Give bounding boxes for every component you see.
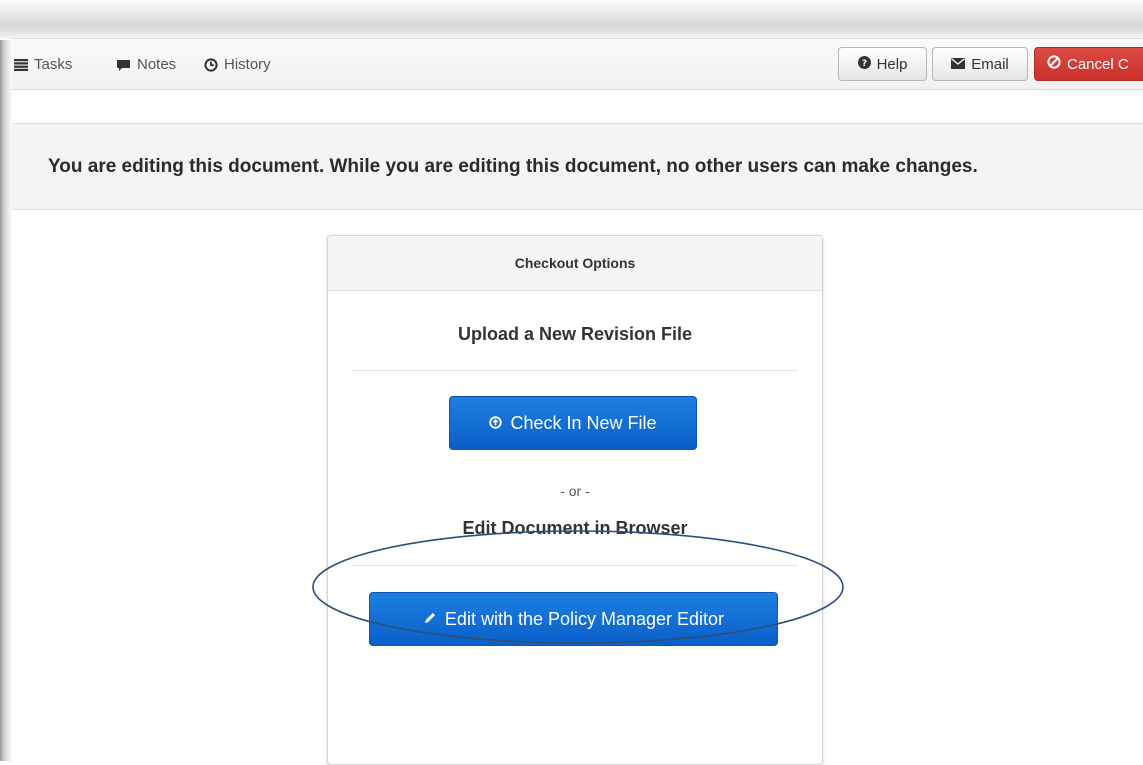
divider [352, 370, 798, 371]
check-in-new-file-button[interactable]: Check In New File [449, 396, 697, 450]
help-button[interactable]: ? Help [838, 47, 927, 81]
cancel-checkout-button[interactable]: Cancel C [1034, 47, 1143, 81]
edit-with-policy-manager-editor-button[interactable]: Edit with the Policy Manager Editor [369, 592, 778, 646]
question-circle-icon: ? [857, 55, 871, 73]
svg-text:?: ? [861, 59, 866, 69]
notes-label: Notes [137, 56, 177, 73]
envelope-icon [951, 56, 966, 73]
upload-circle-icon [489, 413, 503, 434]
or-separator: - or - [560, 483, 590, 499]
notes-link[interactable]: Notes [116, 54, 176, 76]
edit-section-title: Edit Document in Browser [462, 518, 688, 538]
top-edge [0, 0, 1143, 40]
comment-icon [116, 59, 131, 72]
spacer [12, 90, 1143, 124]
clock-icon [204, 58, 218, 72]
panel-heading: Checkout Options [328, 236, 822, 291]
upload-section-title: Upload a New Revision File [457, 324, 693, 344]
history-label: History [224, 56, 271, 73]
divider [352, 565, 798, 566]
email-button[interactable]: Email [932, 47, 1028, 81]
help-label: Help [876, 55, 908, 73]
app-window: Tasks Notes History ? Help Email Cancel … [12, 38, 1143, 765]
document-toolbar: Tasks Notes History ? Help Email Cancel … [12, 38, 1143, 90]
pencil-icon [423, 609, 437, 630]
edit-button-label: Edit with the Policy Manager Editor [444, 608, 725, 629]
editing-notice-text: You are editing this document. While you… [48, 156, 978, 177]
email-label: Email [971, 55, 1009, 73]
tasks-link[interactable]: Tasks [14, 54, 72, 76]
check-in-label: Check In New File [510, 412, 657, 433]
editing-notice: You are editing this document. While you… [12, 124, 1143, 210]
history-link[interactable]: History [204, 54, 271, 76]
tasks-label: Tasks [34, 56, 73, 73]
cancel-label: Cancel C [1067, 55, 1129, 73]
list-icon [14, 59, 28, 71]
checkout-options-panel: Checkout Options Upload a New Revision F… [327, 235, 823, 765]
ban-icon [1047, 55, 1061, 73]
